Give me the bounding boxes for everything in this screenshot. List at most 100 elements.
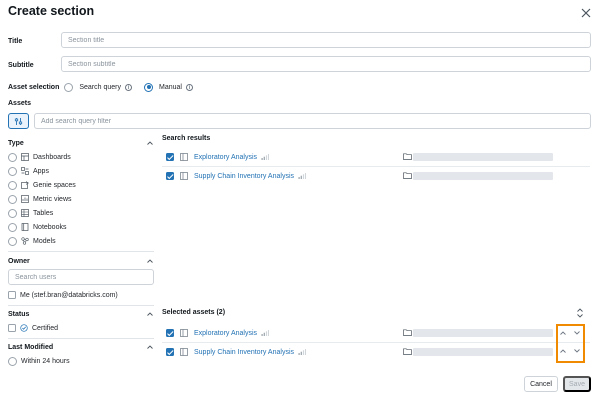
radio-search-query-button[interactable] bbox=[64, 82, 74, 92]
type-filter-header[interactable]: Type bbox=[8, 138, 154, 148]
owner-me-option[interactable]: Me (stef.bran@databricks.com) bbox=[8, 290, 118, 300]
owner-me-checkbox[interactable] bbox=[8, 291, 16, 299]
status-certified-option[interactable]: Certified bbox=[8, 323, 58, 333]
type-option-notebooks[interactable]: Notebooks bbox=[8, 222, 66, 232]
search-filter-input[interactable] bbox=[34, 113, 591, 129]
result-link[interactable]: Supply Chain Inventory Analysis bbox=[194, 173, 294, 180]
move-down-icon[interactable] bbox=[573, 329, 581, 337]
type-option-genie[interactable]: Genie spaces bbox=[8, 180, 76, 190]
type-tables-radio[interactable] bbox=[8, 208, 17, 218]
dialog-title: Create section bbox=[8, 4, 95, 18]
dashboard-icon bbox=[180, 329, 188, 337]
selected-checkbox[interactable] bbox=[166, 348, 174, 356]
radio-manual[interactable]: Manual i bbox=[144, 82, 193, 92]
type-label: Apps bbox=[33, 167, 49, 175]
radio-manual-button[interactable] bbox=[144, 82, 153, 92]
type-option-dashboards[interactable]: Dashboards bbox=[8, 152, 71, 162]
radio-search-query-label: Search query bbox=[79, 83, 121, 91]
selected-assets-title: Selected assets (2) bbox=[162, 309, 226, 316]
type-option-apps[interactable]: Apps bbox=[8, 166, 49, 176]
info-icon[interactable]: i bbox=[125, 83, 132, 91]
close-icon[interactable] bbox=[580, 7, 592, 19]
model-icon bbox=[21, 237, 29, 245]
type-label: Genie spaces bbox=[33, 181, 76, 189]
type-label: Tables bbox=[33, 209, 54, 217]
type-label: Models bbox=[33, 237, 56, 245]
divider bbox=[8, 251, 154, 252]
folder-icon bbox=[403, 348, 412, 355]
dashboard-icon bbox=[180, 153, 188, 161]
last-modified-24h-option[interactable]: Within 24 hours bbox=[8, 356, 70, 366]
sort-icon[interactable] bbox=[576, 308, 584, 318]
move-up-icon[interactable] bbox=[559, 329, 567, 337]
save-button[interactable]: Save bbox=[563, 376, 591, 392]
divider bbox=[8, 305, 154, 306]
subtitle-label: Subtitle bbox=[8, 62, 34, 69]
popularity-icon bbox=[261, 330, 270, 336]
selected-asset-row[interactable]: Exploratory Analysis bbox=[162, 324, 590, 342]
certified-label: Certified bbox=[32, 324, 59, 332]
type-models-radio[interactable] bbox=[8, 236, 17, 246]
location-path bbox=[413, 153, 553, 161]
owner-me-label: Me (stef.bran@databricks.com) bbox=[20, 291, 118, 299]
type-apps-radio[interactable] bbox=[8, 166, 17, 176]
selected-link[interactable]: Exploratory Analysis bbox=[194, 330, 257, 337]
folder-icon bbox=[403, 153, 412, 160]
dashboard-icon bbox=[180, 348, 188, 356]
type-option-models[interactable]: Models bbox=[8, 236, 56, 246]
asset-selection-label: Asset selection bbox=[8, 83, 60, 91]
chevron-up-icon[interactable] bbox=[146, 343, 154, 351]
asset-selection-row: Asset selection Search query i Manual i bbox=[8, 82, 193, 92]
subtitle-input[interactable] bbox=[61, 56, 591, 72]
type-option-metric-views[interactable]: Metric views bbox=[8, 194, 72, 204]
title-label: Title bbox=[8, 38, 23, 45]
status-filter-title: Status bbox=[8, 310, 30, 318]
filter-toggle-button[interactable] bbox=[8, 113, 29, 129]
chevron-up-icon[interactable] bbox=[146, 139, 154, 147]
owner-search-input[interactable] bbox=[8, 269, 154, 285]
result-checkbox[interactable] bbox=[166, 153, 174, 161]
type-label: Dashboards bbox=[33, 153, 71, 161]
selected-asset-row[interactable]: Supply Chain Inventory Analysis bbox=[162, 343, 590, 361]
metric-view-icon bbox=[21, 195, 29, 203]
selected-link[interactable]: Supply Chain Inventory Analysis bbox=[194, 349, 294, 356]
certified-checkbox[interactable] bbox=[8, 324, 16, 332]
dashboard-icon bbox=[180, 172, 188, 180]
result-checkbox[interactable] bbox=[166, 172, 174, 180]
cancel-button[interactable]: Cancel bbox=[524, 376, 558, 392]
type-metric-views-radio[interactable] bbox=[8, 194, 17, 204]
apps-icon bbox=[21, 167, 29, 175]
owner-filter-header[interactable]: Owner bbox=[8, 256, 154, 266]
status-filter-header[interactable]: Status bbox=[8, 309, 154, 319]
genie-icon bbox=[21, 181, 29, 189]
chevron-up-icon[interactable] bbox=[146, 257, 154, 265]
type-genie-radio[interactable] bbox=[8, 180, 17, 190]
search-result-row[interactable]: Supply Chain Inventory Analysis bbox=[162, 167, 590, 185]
info-icon[interactable]: i bbox=[185, 83, 193, 91]
popularity-icon bbox=[298, 173, 306, 179]
type-notebooks-radio[interactable] bbox=[8, 222, 17, 232]
certified-icon bbox=[20, 324, 28, 332]
radio-manual-label: Manual bbox=[159, 83, 182, 91]
location-path bbox=[413, 348, 553, 356]
folder-icon bbox=[403, 329, 412, 336]
popularity-icon bbox=[298, 349, 306, 355]
type-option-tables[interactable]: Tables bbox=[8, 208, 53, 218]
title-input[interactable] bbox=[61, 32, 591, 48]
popularity-icon bbox=[261, 154, 270, 160]
search-result-row[interactable]: Exploratory Analysis bbox=[162, 148, 590, 166]
selected-checkbox[interactable] bbox=[166, 329, 174, 337]
chevron-up-icon[interactable] bbox=[146, 310, 154, 318]
type-dashboards-radio[interactable] bbox=[8, 152, 17, 162]
divider bbox=[8, 338, 154, 339]
radio-search-query[interactable]: Search query i bbox=[64, 82, 132, 92]
folder-icon bbox=[403, 172, 412, 179]
assets-label: Assets bbox=[8, 100, 31, 107]
move-down-icon[interactable] bbox=[573, 347, 581, 355]
type-filter-title: Type bbox=[8, 139, 24, 147]
last-modified-filter-header[interactable]: Last Modified bbox=[8, 342, 154, 352]
result-link[interactable]: Exploratory Analysis bbox=[194, 154, 257, 161]
last-modified-24h-radio[interactable] bbox=[8, 356, 17, 366]
move-up-icon[interactable] bbox=[559, 347, 567, 355]
table-icon bbox=[21, 209, 29, 217]
